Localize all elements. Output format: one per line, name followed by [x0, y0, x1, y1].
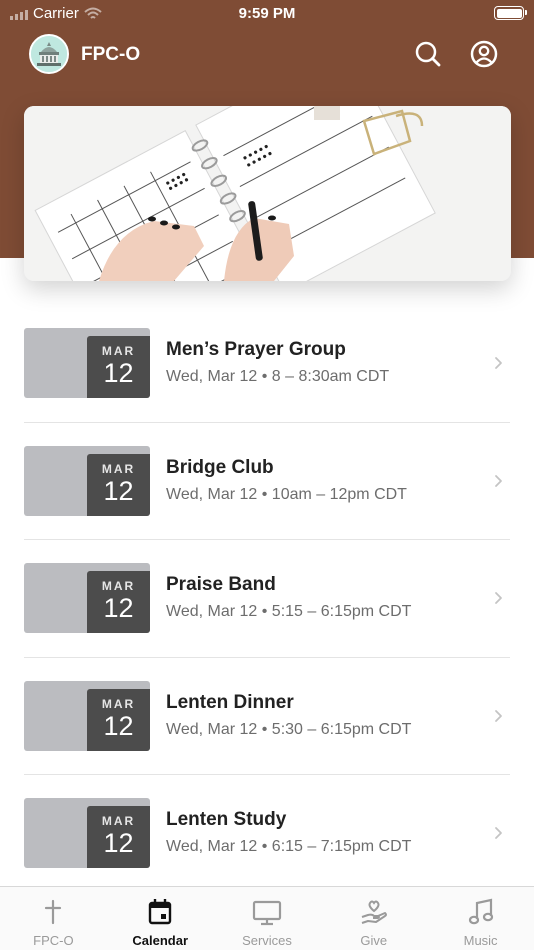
event-datetime: Wed, Mar 12 • 8 – 8:30am CDT [166, 368, 390, 385]
event-row[interactable]: MAR 12 Bridge Club Wed, Mar 12 • 10am – 12p… [24, 423, 510, 540]
status-bar: Carrier 9:59 PM [0, 0, 534, 28]
date-badge: MAR 12 [87, 806, 150, 868]
tab-label: Give [360, 933, 388, 948]
event-title: Bridge Club [166, 456, 274, 478]
event-row[interactable]: MAR 12 Praise Band Wed, Mar 12 • 5:15 – 6:1… [24, 540, 510, 658]
church-building-icon [31, 36, 67, 72]
app-title: FPC-O [81, 44, 141, 65]
date-tile: MAR 12 [24, 563, 150, 633]
status-time: 9:59 PM [238, 5, 296, 22]
chevron-right-icon [495, 592, 502, 604]
date-day: 12 [103, 358, 134, 388]
chevron-right-icon [495, 357, 502, 369]
tab-label: FPC-O [33, 933, 74, 948]
event-datetime: Wed, Mar 12 • 5:30 – 6:15pm CDT [166, 720, 412, 738]
event-title: Men’s Prayer Group [166, 339, 346, 360]
date-day: 12 [103, 593, 134, 623]
tab-fpc-o[interactable]: FPC-O [0, 887, 107, 950]
event-title: Praise Band [166, 574, 276, 595]
date-tile: MAR 12 [24, 328, 150, 398]
date-badge: MAR 12 [87, 571, 150, 633]
tab-label: Services [242, 933, 292, 948]
date-month: MAR [101, 814, 136, 828]
search-icon[interactable] [414, 40, 442, 68]
tab-bar: FPC-O Calendar Services Give Music [0, 886, 534, 950]
music-note-icon [468, 898, 493, 925]
tab-services[interactable]: Services [214, 887, 321, 950]
date-badge: MAR 12 [87, 336, 150, 398]
account-icon[interactable] [470, 40, 498, 68]
tab-calendar[interactable]: Calendar [107, 887, 214, 950]
date-month: MAR [101, 461, 136, 476]
tab-label: Calendar [132, 933, 189, 948]
tab-give[interactable]: Give [320, 887, 427, 950]
monitor-icon [252, 900, 282, 926]
chevron-right-icon [495, 709, 502, 722]
date-tile: MAR 12 [24, 798, 150, 868]
event-row[interactable]: MAR 12 Lenten Study Wed, Mar 12 • 6:15 – 7:… [24, 775, 510, 893]
date-tile: MAR 12 [24, 680, 150, 751]
event-title: Lenten Study [166, 809, 287, 830]
event-title: Lenten Dinner [166, 691, 294, 713]
date-tile: MAR 12 [24, 445, 150, 516]
event-list: MAR 12 Men’s Prayer Group Wed, Mar 12 • 8 –… [24, 305, 510, 893]
calendar-icon [148, 899, 172, 925]
date-month: MAR [101, 579, 136, 593]
battery-icon [494, 6, 527, 20]
date-month: MAR [101, 344, 136, 358]
tab-label: Music [463, 933, 498, 948]
date-badge: MAR 12 [87, 688, 150, 751]
church-logo[interactable] [29, 34, 69, 74]
date-day: 12 [103, 710, 134, 741]
date-day: 12 [103, 475, 134, 506]
give-icon [361, 900, 387, 924]
date-day: 12 [103, 828, 134, 858]
event-datetime: Wed, Mar 12 • 5:15 – 6:15pm CDT [166, 603, 412, 620]
date-badge: MAR 12 [87, 453, 150, 516]
chevron-right-icon [495, 827, 502, 839]
nav-bar: FPC-O [0, 28, 534, 82]
cross-icon [45, 899, 62, 925]
tab-music[interactable]: Music [427, 887, 534, 950]
calendar-planner-photo [24, 106, 511, 281]
event-row[interactable]: MAR 12 Lenten Dinner Wed, Mar 12 • 5:30 – 6… [24, 658, 510, 775]
date-month: MAR [101, 696, 136, 711]
chevron-right-icon [495, 474, 502, 487]
event-datetime: Wed, Mar 12 • 6:15 – 7:15pm CDT [166, 838, 412, 855]
event-row[interactable]: MAR 12 Men’s Prayer Group Wed, Mar 12 • 8 –… [24, 305, 510, 423]
hero-image [24, 106, 511, 281]
event-datetime: Wed, Mar 12 • 10am – 12pm CDT [166, 485, 407, 503]
